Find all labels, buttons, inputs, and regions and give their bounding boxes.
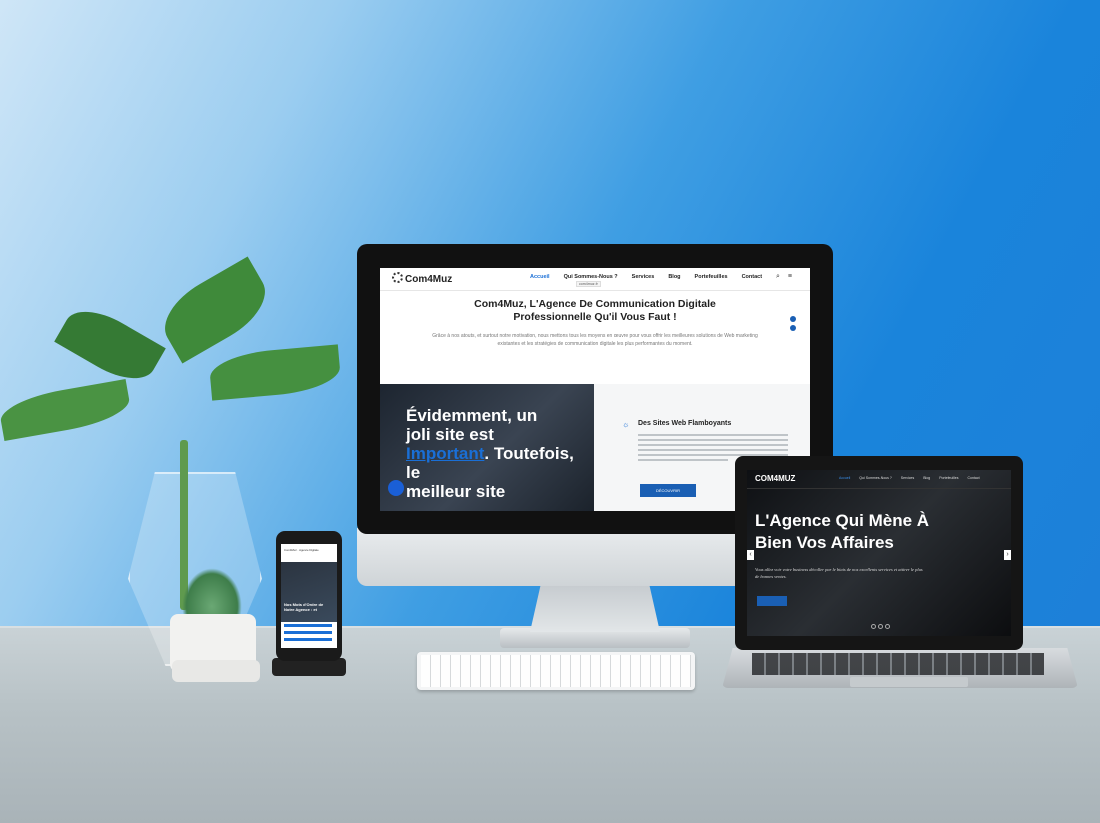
desktop-nav-menu: Accueil Qui Sommes-Nous ? Services Blog … — [530, 274, 762, 280]
plant-pot-base — [172, 660, 260, 682]
phone-screen: Com4Muz · Agence Digitale Nos Mots d'Ord… — [281, 544, 337, 648]
slider-dot[interactable] — [885, 624, 890, 629]
slider-prev-icon[interactable]: ‹ — [747, 550, 754, 560]
url-tooltip: com4muz.fr — [576, 281, 601, 287]
promo-heading: Évidemment, un joli site est Important. … — [406, 406, 586, 501]
menu-icon[interactable]: ≡ — [788, 273, 792, 281]
social-side-icons — [790, 316, 796, 331]
laptop-nav-menu: Accueil Qui Sommes-Nous ? Services Blog … — [839, 476, 980, 480]
nav-item-blog[interactable]: Blog — [668, 274, 680, 280]
nav-item-portefeuilles[interactable]: Portefeuilles — [939, 476, 958, 480]
nav-item-blog[interactable]: Blog — [923, 476, 930, 480]
laptop-logo[interactable]: COM4MUZ — [755, 474, 795, 483]
laptop-keyboard — [752, 653, 1044, 675]
phone-progress-bars — [284, 624, 332, 645]
nav-item-services[interactable]: Services — [632, 274, 655, 280]
nav-item-contact[interactable]: Contact — [742, 274, 762, 280]
succulent-plant — [182, 568, 242, 616]
phone-dark-text: Nos Mots d'Ordre de Notre Agence : et — [284, 602, 324, 612]
laptop-hero-title: L'Agence Qui Mène À Bien Vos Affaires — [755, 510, 995, 554]
logo-text: Com4Muz — [405, 274, 453, 285]
phone-header: Com4Muz · Agence Digitale — [284, 548, 319, 552]
dark-promo-panel: Évidemment, un joli site est Important. … — [380, 384, 594, 511]
slider-dot[interactable] — [871, 624, 876, 629]
plant-leaf — [54, 298, 166, 392]
nav-item-contact[interactable]: Contact — [967, 476, 979, 480]
laptop-title-line2: Bien Vos Affaires — [755, 533, 894, 552]
laptop-navbar: COM4MUZ Accueil Qui Sommes-Nous ? Servic… — [747, 470, 1011, 489]
hero-title-line2: Professionnelle Qu'il Vous Faut ! — [513, 311, 677, 323]
desktop-logo[interactable]: Com4Muz — [392, 272, 452, 285]
keyboard-keys — [421, 655, 691, 687]
discover-button[interactable]: DÉCOUVRIR — [640, 484, 696, 497]
feature-title: Des Sites Web Flamboyants — [638, 420, 732, 427]
nav-item-qui-sommes-nous[interactable]: Qui Sommes-Nous ? — [859, 476, 891, 480]
search-icon[interactable]: ⌕ — [776, 273, 780, 281]
flame-icon: ☼ — [622, 420, 630, 429]
laptop-title-line1: L'Agence Qui Mène À — [755, 511, 930, 530]
read-more-button[interactable] — [757, 596, 787, 606]
desktop-navbar: Com4Muz Accueil Qui Sommes-Nous ? Servic… — [380, 268, 810, 291]
social-icon[interactable] — [790, 325, 796, 331]
nav-item-portefeuilles[interactable]: Portefeuilles — [695, 274, 728, 280]
hero-text: Grâce à nos atouts, et surtout notre mot… — [432, 333, 758, 347]
promo-line4: meilleur site — [406, 482, 506, 501]
hero-title-line1: Com4Muz, L'Agence De Communication Digit… — [474, 298, 716, 310]
desktop-nav-icons: ⌕ ≡ — [776, 273, 792, 281]
laptop-hero-subtitle: Vous allez voir votre business décoller … — [755, 567, 923, 579]
plant-leaf — [208, 344, 342, 401]
nav-item-accueil[interactable]: Accueil — [839, 476, 850, 480]
nav-item-accueil[interactable]: Accueil — [530, 274, 550, 280]
slider-dots — [871, 624, 890, 629]
laptop-screen: COM4MUZ Accueil Qui Sommes-Nous ? Servic… — [747, 470, 1011, 636]
promo-line2: joli site est — [406, 425, 494, 444]
logo-icon — [392, 272, 403, 283]
imac-neck — [530, 586, 660, 632]
nav-item-qui-sommes-nous[interactable]: Qui Sommes-Nous ? — [564, 274, 618, 280]
promo-line1: Évidemment, un — [406, 406, 538, 425]
phone-dark-panel: Nos Mots d'Ordre de Notre Agence : et — [281, 562, 337, 622]
slider-next-icon[interactable]: › — [1004, 550, 1011, 560]
nav-item-services[interactable]: Services — [901, 476, 914, 480]
slider-dot[interactable] — [878, 624, 883, 629]
social-icon[interactable] — [790, 316, 796, 322]
plant-leaf — [0, 379, 133, 441]
laptop-trackpad — [850, 677, 968, 687]
chat-icon[interactable] — [388, 480, 404, 496]
plant-leaf — [152, 256, 278, 364]
hero-title: Com4Muz, L'Agence De Communication Digit… — [380, 298, 810, 324]
promo-highlight: Important — [406, 444, 485, 463]
